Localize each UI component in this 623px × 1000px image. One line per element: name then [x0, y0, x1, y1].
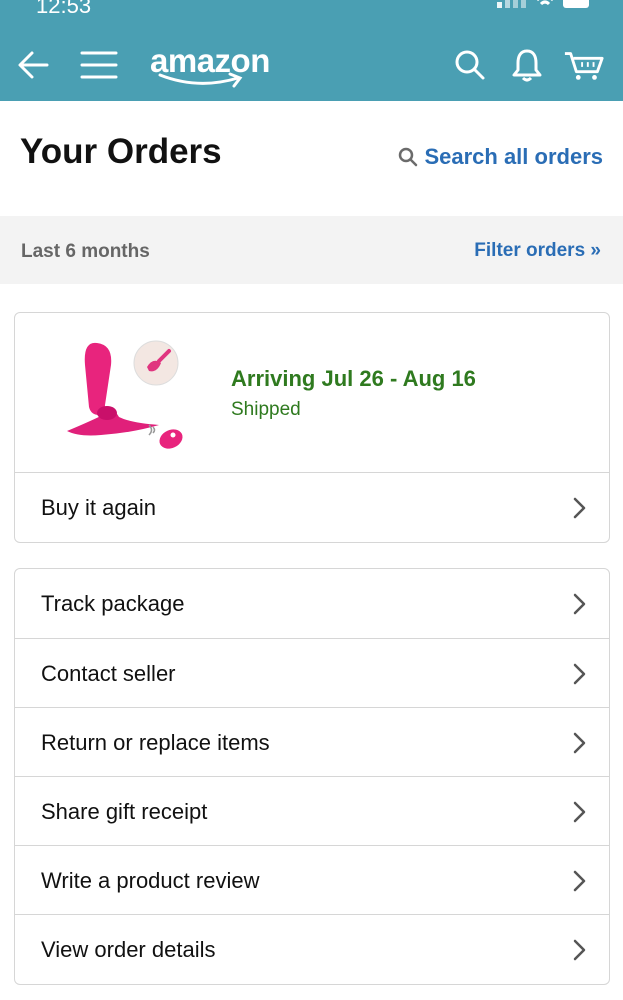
share-gift-receipt-row[interactable]: Share gift receipt [15, 776, 609, 846]
write-review-row[interactable]: Write a product review [15, 845, 609, 915]
chevron-right-icon [573, 663, 586, 685]
arrival-date: Arriving Jul 26 - Aug 16 [231, 366, 476, 391]
search-icon[interactable] [449, 40, 491, 90]
track-package-row[interactable]: Track package [15, 569, 609, 638]
shipment-status: Shipped [231, 399, 301, 420]
chevron-right-icon [573, 497, 586, 519]
view-order-details-row[interactable]: View order details [15, 914, 609, 984]
chevron-right-icon [573, 593, 586, 615]
bell-icon[interactable] [506, 40, 548, 90]
logo-smile-icon [158, 72, 243, 88]
product-image[interactable] [61, 335, 191, 455]
buy-it-again-row[interactable]: Buy it again [15, 473, 609, 542]
filter-orders-link[interactable]: Filter orders » [474, 240, 601, 262]
chevron-right-icon [573, 801, 586, 823]
chevron-right-icon [573, 870, 586, 892]
chevron-right-icon [573, 732, 586, 754]
return-replace-row[interactable]: Return or replace items [15, 707, 609, 777]
back-arrow-icon[interactable] [12, 40, 54, 90]
cart-icon[interactable] [563, 40, 605, 90]
amazon-logo[interactable]: amazon [150, 42, 270, 88]
order-card: Arriving Jul 26 - Aug 16 Shipped Buy it … [14, 312, 610, 543]
contact-seller-row[interactable]: Contact seller [15, 638, 609, 708]
order-summary[interactable]: Arriving Jul 26 - Aug 16 Shipped [15, 313, 609, 473]
search-all-orders-link[interactable]: Search all orders [398, 144, 603, 170]
top-bar: 12:53 amazon [0, 0, 623, 101]
view-order-details-label: View order details [41, 936, 216, 962]
order-actions-card: Track package Contact seller Return or r… [14, 568, 610, 985]
track-package-label: Track package [41, 590, 185, 616]
page-title: Your Orders [20, 132, 222, 171]
return-replace-label: Return or replace items [41, 729, 270, 755]
search-icon [399, 147, 418, 167]
write-review-label: Write a product review [41, 867, 260, 893]
date-range-label: Last 6 months [21, 241, 150, 262]
status-time: 12:53 [36, 0, 92, 18]
buy-it-again-label: Buy it again [41, 494, 156, 520]
chevron-right-icon [573, 939, 586, 961]
contact-seller-label: Contact seller [41, 660, 176, 686]
status-icons [493, 0, 603, 21]
share-gift-receipt-label: Share gift receipt [41, 798, 208, 824]
hamburger-menu-icon[interactable] [78, 40, 120, 90]
search-all-orders-label: Search all orders [424, 144, 603, 169]
